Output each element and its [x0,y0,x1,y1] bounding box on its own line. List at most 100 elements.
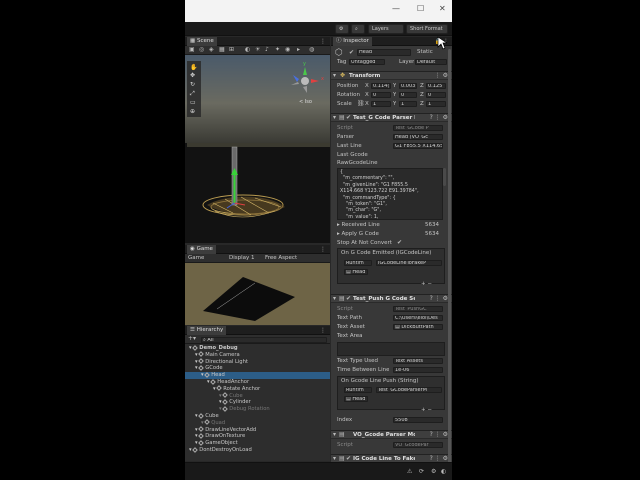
tab-scene[interactable]: ▦ Scene [187,37,217,46]
hierarchy-item[interactable]: ▾ DrawLineVectorAdd [185,426,330,433]
hierarchy-item[interactable]: ▾ Head [185,371,330,379]
parser-field[interactable]: Head (VO_Gc [393,134,443,140]
function-dropdown[interactable]: IGCodeLineToFakeP [376,260,442,266]
runtime-dropdown[interactable]: Runtim [344,387,372,393]
hierarchy-item[interactable]: ▾ GameObject [185,439,330,446]
hierarchy-item[interactable]: ▾ HeadAnchor [185,378,330,385]
parser-component-header[interactable]: ▾ ▤ ✔ Test_G Code Parser M ? ⋮ ⚙ [331,113,452,122]
texttype-dropdown[interactable]: Text Assets [393,358,443,364]
index-field[interactable]: 5508 [393,417,443,423]
link-icon[interactable]: ⛓ [357,101,365,107]
component-menu-icon[interactable]: ? ⋮ ⚙ [430,432,448,438]
target-object-field[interactable]: ▤ Head [344,269,368,275]
lastline-field[interactable]: G1 F855.5 X114.65 [393,143,443,149]
layer-dropdown[interactable]: Default [415,59,447,65]
tab-inspector[interactable]: ⓘ Inspector [333,37,372,46]
aspect-dropdown[interactable]: Free Aspect [265,255,297,262]
component-menu-icon[interactable]: ⋮ ⚙ [435,73,448,79]
snap-icon[interactable]: ⊞ [229,47,234,53]
pivot-icon[interactable]: ◈ [209,47,214,53]
more-icon[interactable]: ⋮ [320,39,326,45]
hand-tool-icon[interactable]: ✋ [190,63,197,71]
event-add-remove[interactable]: + − [421,281,432,288]
settings-icon[interactable]: ⚙ [335,24,349,34]
add-icon[interactable]: +▾ [188,336,196,342]
hierarchy-item[interactable]: ▾ Main Camera [185,351,330,358]
transform-header[interactable]: ▾ ✥ Transform ⋮ ⚙ [331,71,452,80]
foldout-icon[interactable]: ▾ [333,296,336,302]
grid-icon[interactable]: ▦ [219,47,225,53]
minimize-icon[interactable]: — [392,4,400,13]
scale-tool-icon[interactable]: ⤢ [190,90,195,97]
draw-mode-icon[interactable]: ▣ [189,47,195,53]
camera-icon[interactable]: ▸ [297,47,300,53]
console-icon[interactable]: ⚠ [407,469,412,475]
target-object-field[interactable]: ▤ Head [344,396,368,402]
object-name-field[interactable]: Head [357,49,411,56]
hierarchy-item[interactable]: ▾ Demo_Debug [185,344,330,351]
textpath-field[interactable]: C:\Users\eloi\Des [393,315,443,321]
lighting-icon[interactable]: ☀ [255,47,260,53]
audio-icon[interactable]: ♪ [265,47,269,53]
more-icon[interactable]: ⋮ [320,247,326,253]
apply-foldout[interactable]: ▸ Apply G Code [337,231,379,238]
maximize-icon[interactable]: ☐ [417,4,424,13]
scale-x-field[interactable]: 1 [371,101,391,107]
position-y-field[interactable]: 0.003 [399,83,417,89]
2d-toggle-icon[interactable]: ◐ [245,47,250,53]
layout-dropdown[interactable]: Short Format [406,24,448,34]
enabled-checkbox[interactable]: ✔ [346,115,351,121]
hierarchy-item[interactable]: ▾ Directional Light [185,358,330,365]
tab-hierarchy[interactable]: ☰ Hierarchy [187,326,227,335]
gizmo-icon[interactable]: ◎ [199,47,204,53]
progress-icon[interactable]: ⟳ [419,469,424,475]
hierarchy-item[interactable]: ▾ DrawOnTexture [185,433,330,439]
push-component-header[interactable]: ▾ ▤ ✔ Test_Push G Code Se ? ⋮ ⚙ [331,294,452,303]
notification-icon[interactable]: ◐ [441,469,446,475]
hierarchy-search-input[interactable]: ⌕ All [201,336,327,343]
rect-tool-icon[interactable]: ▭ [190,99,196,106]
hierarchy-item[interactable]: ▾ Cylinder [185,399,330,405]
close-icon[interactable]: ✕ [439,4,446,13]
display-dropdown[interactable]: Display 1 [229,255,255,262]
hidden-icon[interactable]: ◉ [285,47,290,53]
text-area-field[interactable] [337,342,445,356]
stop-checkbox[interactable]: ✔ [397,240,402,246]
vo-component-header[interactable]: ▾ ▤ VO_Gcode Parser Mor ? ⋮ ⚙ [331,430,452,439]
layers-dropdown[interactable]: Layers [368,24,404,34]
rotation-y-field[interactable]: 0 [399,92,417,98]
foldout-icon[interactable]: ▾ [333,115,336,121]
hierarchy-item[interactable]: ▾ DontDestroyOnLoad [185,446,330,453]
received-foldout[interactable]: ▸ Received Line [337,222,380,229]
position-z-field[interactable]: 0.125 [426,83,446,89]
game-mode-dropdown[interactable]: Game [188,255,204,262]
rotate-tool-icon[interactable]: ↻ [190,81,195,88]
active-checkbox[interactable]: ✔ [349,50,354,56]
hierarchy-item[interactable]: ▾ Rotate Anchor [185,385,330,392]
move-tool-icon[interactable]: ✥ [190,72,195,79]
rawgcode-textarea[interactable]: { "m_commentary": "", "m_givenLine": "G1… [337,168,443,220]
textasset-field[interactable]: ▤ DickButtPath [393,324,443,330]
scene-viewport[interactable]: y x < Iso ✋ ✥ ↻ ⤢ ▭ ⊕ [185,55,330,243]
scale-z-field[interactable]: 1 [426,101,446,107]
hierarchy-item[interactable]: ▾ GCode [185,365,330,371]
event-add-remove[interactable]: + − [421,407,432,414]
scale-y-field[interactable]: 1 [399,101,417,107]
hierarchy-item[interactable]: ▾ Debug Rotation [185,405,330,412]
static-toggle[interactable]: Static [417,49,433,56]
transform-tool-icon[interactable]: ⊕ [190,108,195,115]
component-menu-icon[interactable]: ? ⋮ ⚙ [430,115,448,121]
debug-icon[interactable]: ⚙ [431,469,436,475]
more-icon[interactable]: ⋮ [320,328,326,334]
tag-dropdown[interactable]: Untagged [349,59,385,65]
foldout-icon[interactable]: ▾ [333,432,336,438]
hierarchy-item[interactable]: ▾ Cube [185,392,330,399]
gizmos-dropdown-icon[interactable]: ◍ [309,47,314,53]
inspector-scrollbar[interactable] [448,49,451,469]
foldout-icon[interactable]: ▾ [333,73,336,79]
effects-icon[interactable]: ✦ [275,47,280,53]
enabled-checkbox[interactable]: ✔ [346,296,351,302]
component-menu-icon[interactable]: ? ⋮ ⚙ [430,296,448,302]
rotation-x-field[interactable]: 0 [371,92,391,98]
time-field[interactable]: 1e-06 [393,367,443,373]
